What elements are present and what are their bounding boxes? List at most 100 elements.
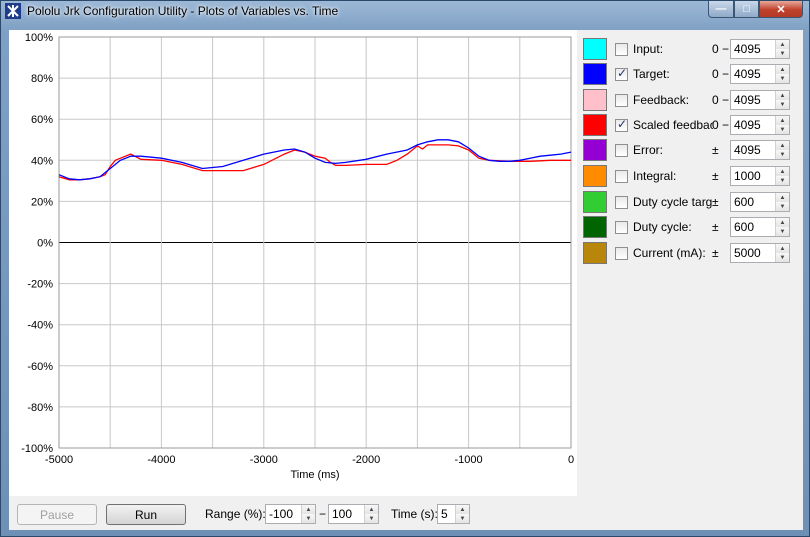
range-min-value[interactable]: -100 xyxy=(269,507,293,521)
color-swatch[interactable] xyxy=(583,165,607,187)
x-tick-label: -2000 xyxy=(352,454,380,466)
spin-up-icon[interactable]: ▲ xyxy=(456,505,469,514)
spin-down-icon[interactable]: ▼ xyxy=(776,253,789,262)
y-tick-label: 80% xyxy=(31,73,53,85)
scale-spinner[interactable]: 5000 ▲ ▼ xyxy=(730,243,790,263)
spin-up-icon[interactable]: ▲ xyxy=(776,40,789,49)
range-prefix: 0 − xyxy=(712,42,730,56)
color-swatch[interactable] xyxy=(583,114,607,136)
scale-spinner[interactable]: 4095 ▲ ▼ xyxy=(730,90,790,110)
scale-value[interactable]: 600 xyxy=(734,195,754,209)
variable-label: Duty cycle: xyxy=(633,220,692,234)
range-prefix: ± xyxy=(712,195,719,209)
scale-value[interactable]: 4095 xyxy=(734,93,761,107)
spin-down-icon[interactable]: ▼ xyxy=(456,514,469,523)
time-value[interactable]: 5 xyxy=(441,507,448,521)
spin-up-icon[interactable]: ▲ xyxy=(776,244,789,253)
variable-label: Error: xyxy=(633,143,663,157)
color-swatch[interactable] xyxy=(583,242,607,264)
x-axis-label: Time (ms) xyxy=(290,469,339,481)
spin-up-icon[interactable]: ▲ xyxy=(776,167,789,176)
variable-label: Input: xyxy=(633,42,664,56)
range-dash: − xyxy=(319,507,327,521)
variable-checkbox[interactable] xyxy=(615,144,628,157)
spin-up-icon[interactable]: ▲ xyxy=(776,116,789,125)
range-min-spinner[interactable]: -100 ▲ ▼ xyxy=(265,504,316,524)
scale-spinner[interactable]: 4095 ▲ ▼ xyxy=(730,64,790,84)
scale-value[interactable]: 4095 xyxy=(734,118,761,132)
range-max-value[interactable]: 100 xyxy=(332,507,352,521)
range-prefix: ± xyxy=(712,169,719,183)
range-prefix: ± xyxy=(712,220,719,234)
range-prefix: 0 − xyxy=(712,93,730,107)
variable-label: Duty cycle target: xyxy=(633,195,713,209)
scale-spinner[interactable]: 4095 ▲ ▼ xyxy=(730,115,790,135)
color-swatch[interactable] xyxy=(583,38,607,60)
minimize-button[interactable]: — xyxy=(708,1,734,18)
time-plot: 100%80%60%40%20%0%-20%-40%-60%-80%-100%-… xyxy=(21,32,574,481)
spin-up-icon[interactable]: ▲ xyxy=(365,505,378,514)
spin-up-icon[interactable]: ▲ xyxy=(776,65,789,74)
spin-up-icon[interactable]: ▲ xyxy=(302,505,315,514)
spin-down-icon[interactable]: ▼ xyxy=(776,49,789,58)
title-bar[interactable]: Pololu Jrk Configuration Utility - Plots… xyxy=(1,1,809,21)
variable-checkbox[interactable] xyxy=(615,94,628,107)
x-tick-label: -3000 xyxy=(250,454,278,466)
spin-down-icon[interactable]: ▼ xyxy=(776,74,789,83)
color-swatch[interactable] xyxy=(583,216,607,238)
scale-value[interactable]: 5000 xyxy=(734,246,761,260)
y-tick-label: 20% xyxy=(31,196,53,208)
bottom-controls: Pause Run Range (%): -100 ▲ ▼ − 100 ▲ ▼ Ti… xyxy=(9,496,803,530)
spin-down-icon[interactable]: ▼ xyxy=(776,202,789,211)
spin-down-icon[interactable]: ▼ xyxy=(302,514,315,523)
spin-down-icon[interactable]: ▼ xyxy=(776,176,789,185)
y-tick-label: 60% xyxy=(31,114,53,126)
x-tick-label: -1000 xyxy=(455,454,483,466)
scale-value[interactable]: 4095 xyxy=(734,42,761,56)
variable-checkbox[interactable] xyxy=(615,170,628,183)
maximize-button[interactable]: □ xyxy=(734,1,759,18)
x-tick-label: 0 xyxy=(568,454,574,466)
variable-checkbox[interactable] xyxy=(615,221,628,234)
color-swatch[interactable] xyxy=(583,89,607,111)
scale-spinner[interactable]: 4095 ▲ ▼ xyxy=(730,140,790,160)
color-swatch[interactable] xyxy=(583,191,607,213)
spin-down-icon[interactable]: ▼ xyxy=(365,514,378,523)
variable-label: Target: xyxy=(633,67,670,81)
variable-checkbox[interactable] xyxy=(615,247,628,260)
spin-down-icon[interactable]: ▼ xyxy=(776,150,789,159)
spin-up-icon[interactable]: ▲ xyxy=(776,91,789,100)
variable-checkbox[interactable] xyxy=(615,43,628,56)
y-tick-label: -20% xyxy=(27,279,53,291)
time-spinner[interactable]: 5 ▲ ▼ xyxy=(437,504,470,524)
range-prefix: ± xyxy=(712,246,719,260)
run-button[interactable]: Run xyxy=(106,504,186,525)
pause-button[interactable]: Pause xyxy=(17,504,97,525)
color-swatch[interactable] xyxy=(583,139,607,161)
scale-value[interactable]: 4095 xyxy=(734,143,761,157)
scale-value[interactable]: 4095 xyxy=(734,67,761,81)
variable-checkbox[interactable] xyxy=(615,196,628,209)
range-max-spinner[interactable]: 100 ▲ ▼ xyxy=(328,504,379,524)
spin-down-icon[interactable]: ▼ xyxy=(776,125,789,134)
close-button[interactable]: ✕ xyxy=(759,1,803,18)
spin-up-icon[interactable]: ▲ xyxy=(776,141,789,150)
scale-spinner[interactable]: 600 ▲ ▼ xyxy=(730,192,790,212)
y-tick-label: 100% xyxy=(25,32,53,44)
variable-label: Feedback: xyxy=(633,93,690,107)
spin-up-icon[interactable]: ▲ xyxy=(776,193,789,202)
spin-down-icon[interactable]: ▼ xyxy=(776,100,789,109)
scale-spinner[interactable]: 1000 ▲ ▼ xyxy=(730,166,790,186)
color-swatch[interactable] xyxy=(583,63,607,85)
spin-down-icon[interactable]: ▼ xyxy=(776,227,789,236)
variable-label: Current (mA): xyxy=(633,246,706,260)
scale-spinner[interactable]: 4095 ▲ ▼ xyxy=(730,39,790,59)
variable-checkbox[interactable] xyxy=(615,66,628,81)
scale-value[interactable]: 600 xyxy=(734,220,754,234)
y-tick-label: 0% xyxy=(37,238,53,250)
scale-spinner[interactable]: 600 ▲ ▼ xyxy=(730,217,790,237)
y-tick-label: -40% xyxy=(27,320,53,332)
variable-checkbox[interactable] xyxy=(615,117,628,132)
scale-value[interactable]: 1000 xyxy=(734,169,761,183)
spin-up-icon[interactable]: ▲ xyxy=(776,218,789,227)
